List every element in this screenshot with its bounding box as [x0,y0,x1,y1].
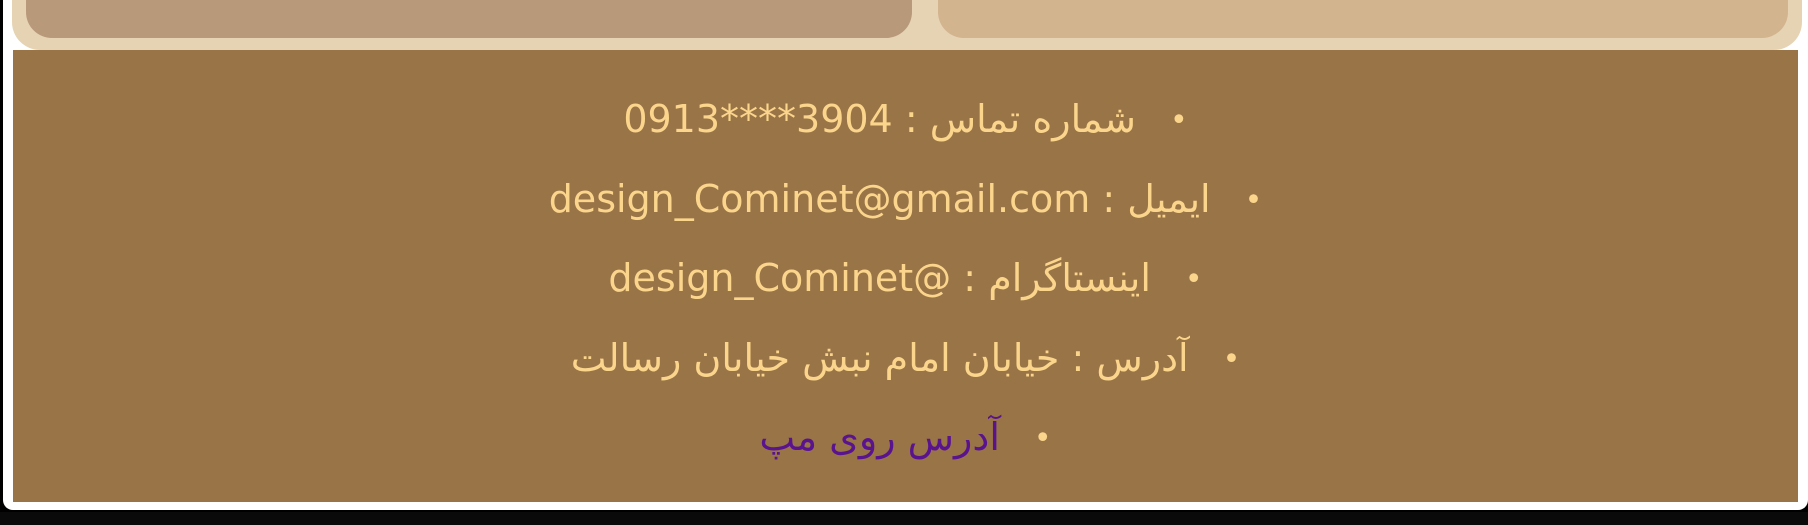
bullet-icon: • [1169,103,1188,138]
contact-item-map: • آدرس روی مپ [13,415,1798,495]
instagram-separator: : [963,256,977,300]
phone-label: شماره تماس [929,97,1136,141]
phone-value: 0913****3904 [623,97,893,141]
email-label: ایمیل [1127,176,1211,221]
contact-list: • شماره تماس : 0913****3904 • ایمیل : desi… [13,97,1798,495]
bullet-icon: • [1033,421,1052,456]
contact-item-address: • آدرس : خیابان امام نبش خیابان رسالت [13,336,1798,416]
email-separator: : [1102,176,1116,221]
address-value: خیابان امام نبش خیابان رسالت [570,335,1060,380]
bullet-icon: • [1184,262,1203,297]
contact-footer: • شماره تماس : 0913****3904 • ایمیل : desi… [13,50,1798,502]
contact-item-instagram: • اینستاگرام : design_Cominet@ [13,256,1798,336]
window-bottom-edge [0,512,1808,525]
contact-item-phone: • شماره تماس : 0913****3904 [13,97,1798,177]
email-value: design_Cominet@gmail.com [548,176,1091,221]
map-address-link[interactable]: آدرس روی مپ [759,415,1000,459]
address-label: آدرس [1096,335,1189,380]
card-left [26,0,912,38]
instagram-value: design_Cominet@ [608,256,952,300]
address-separator: : [1071,335,1085,380]
bullet-icon: • [1244,182,1263,218]
phone-separator: : [904,97,918,141]
bullet-icon: • [1222,341,1241,377]
contact-item-email: • ایمیل : design_Cominet@gmail.com [13,177,1798,257]
instagram-label: اینستاگرام [988,256,1151,300]
card-right [938,0,1788,38]
